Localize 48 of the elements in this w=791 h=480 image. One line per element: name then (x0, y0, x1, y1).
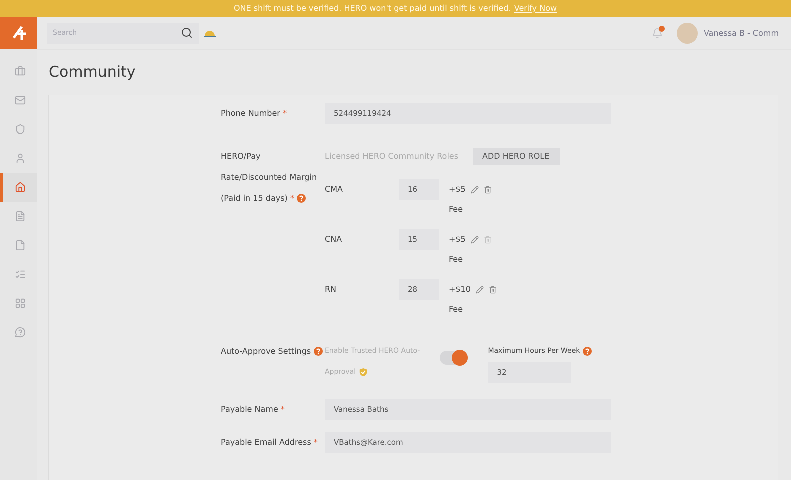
field-label: Phone Number * (221, 108, 288, 120)
help-icon[interactable] (297, 194, 306, 204)
mail-icon (14, 95, 26, 106)
role-name: CNA (325, 234, 344, 246)
sidebar-item[interactable] (0, 173, 37, 202)
role-name: CMA (325, 184, 344, 196)
pencil-icon (470, 236, 479, 244)
roles-heading: Licensed HERO Community Roles (325, 152, 458, 161)
notification-bell[interactable] (652, 28, 663, 38)
help-icon (14, 327, 26, 338)
fee-amount: +$5 (449, 234, 466, 246)
add-hero-role-button[interactable]: ADD HERO ROLE (472, 148, 560, 165)
field-label: Auto-Approve Settings (221, 341, 325, 362)
field-label: Payable Name * (221, 404, 286, 416)
bell-icon (652, 28, 663, 38)
person-icon (14, 153, 26, 164)
file-icon (14, 240, 26, 251)
fee-label: Fee (449, 305, 464, 315)
pencil-icon (470, 186, 479, 194)
banner-message: ONE shift must be verified. HERO won't get paid until shift is verified. (234, 4, 512, 13)
pencil-icon (476, 286, 484, 294)
help-icon[interactable] (314, 347, 324, 356)
fee-label: Fee (449, 255, 464, 265)
field-label: Payable Email Address * (221, 437, 319, 449)
grid-icon (14, 298, 26, 309)
field-label: (Paid in 15 days) * (221, 188, 325, 209)
trash-icon (484, 186, 492, 194)
logo[interactable] (0, 17, 37, 49)
briefcase-icon (14, 66, 26, 77)
trash-icon (484, 236, 492, 244)
doc-icon (14, 211, 26, 222)
list-icon (14, 269, 26, 280)
fee-label: Fee (449, 205, 464, 215)
fee-amount: +$5 (449, 184, 466, 196)
page-title: Community (49, 62, 136, 80)
home-icon (14, 182, 26, 193)
sun-logo-icon (203, 28, 217, 38)
help-icon[interactable] (583, 346, 592, 356)
fee-amount: +$10 (449, 284, 471, 296)
trash-icon (488, 286, 497, 294)
field-label: HERO/Pay (221, 151, 262, 163)
auto-approve-toggle[interactable] (440, 351, 468, 365)
field-label: Rate/Discounted Margin (221, 172, 318, 184)
shield-icon (14, 124, 26, 135)
shield-badge-icon (359, 368, 368, 377)
search-icon (181, 26, 193, 38)
role-name: RN (325, 284, 338, 296)
user-name[interactable]: Vanessa B - Comm (704, 28, 779, 38)
